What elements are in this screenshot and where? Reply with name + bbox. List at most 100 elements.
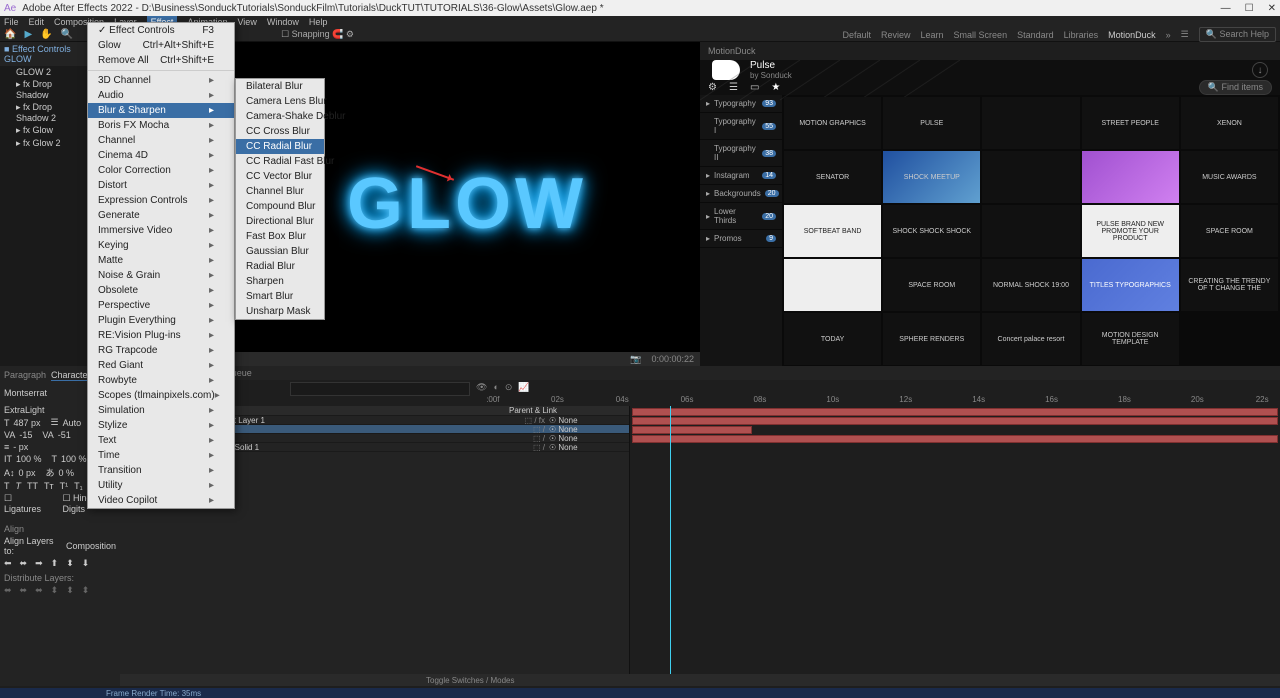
workspace-motionduck[interactable]: MotionDuck	[1108, 30, 1156, 40]
template-thumb[interactable]: SPACE ROOM	[883, 259, 980, 311]
mi-sharpen[interactable]: Sharpen	[236, 274, 324, 289]
shy-icon[interactable]: 👁	[476, 382, 487, 393]
mi-camera-shake[interactable]: Camera-Shake Deblur	[236, 109, 324, 124]
menu-window[interactable]: Window	[267, 17, 299, 27]
minimize-button[interactable]: —	[1221, 3, 1231, 14]
motion-blur-icon[interactable]: ⊙	[505, 382, 513, 393]
mi-matte[interactable]: Matte▸	[88, 253, 234, 268]
motionduck-tab[interactable]: MotionDuck	[700, 42, 1280, 60]
bold-button[interactable]: T	[4, 481, 10, 491]
stroke-input[interactable]: - px	[13, 442, 28, 452]
mi-cc-radial-fast[interactable]: CC Radial Fast Blur	[236, 154, 324, 169]
menu-edit[interactable]: Edit	[29, 17, 45, 27]
mi-channel[interactable]: Channel▸	[88, 133, 234, 148]
font-style-dropdown[interactable]: ExtraLight	[4, 405, 45, 415]
find-items-input[interactable]: 🔍 Find items	[1199, 80, 1272, 95]
menu-view[interactable]: View	[237, 17, 256, 27]
mi-rowbyte[interactable]: Rowbyte▸	[88, 373, 234, 388]
tracking-input[interactable]: -51	[58, 430, 71, 440]
subscript-button[interactable]: T₁	[74, 481, 83, 491]
mi-remove-all[interactable]: Remove AllCtrl+Shift+E	[88, 53, 234, 68]
superscript-button[interactable]: T¹	[60, 481, 69, 491]
zoom-tool-icon[interactable]: 🔍	[61, 29, 73, 40]
workspace-standard[interactable]: Standard	[1017, 30, 1054, 40]
mi-transition[interactable]: Transition▸	[88, 463, 234, 478]
mi-simulation[interactable]: Simulation▸	[88, 403, 234, 418]
mi-time[interactable]: Time▸	[88, 448, 234, 463]
mi-unsharp[interactable]: Unsharp Mask	[236, 304, 324, 319]
workspace-small[interactable]: Small Screen	[954, 30, 1008, 40]
smallcaps-button[interactable]: Tᴛ	[44, 481, 54, 491]
tree-item[interactable]: ▸ fx Glow	[0, 124, 89, 137]
frame-blend-icon[interactable]: ◐	[493, 382, 498, 393]
workspace-review[interactable]: Review	[881, 30, 911, 40]
mi-smart[interactable]: Smart Blur	[236, 289, 324, 304]
maximize-button[interactable]: ☐	[1245, 3, 1254, 14]
template-thumb[interactable]: Concert palace resort	[982, 313, 1079, 365]
mi-cc-radial[interactable]: CC Radial Blur	[236, 139, 324, 154]
toggle-switches-button[interactable]: Toggle Switches / Modes	[426, 676, 515, 685]
layer-search-input[interactable]	[290, 382, 470, 396]
tree-item[interactable]: ▸ fx Drop Shadow 2	[0, 101, 89, 124]
selection-tool-icon[interactable]: ▶	[24, 29, 32, 40]
template-thumb[interactable]: TODAY	[784, 313, 881, 365]
align-hcenter-icon[interactable]: ⬌	[20, 558, 28, 569]
mi-effect-controls[interactable]: ✓ Effect ControlsF3	[88, 23, 234, 38]
mi-cinema4d[interactable]: Cinema 4D▸	[88, 148, 234, 163]
layer-bar[interactable]	[632, 417, 1278, 425]
template-thumb[interactable]: SOFTBEAT BAND	[784, 205, 881, 257]
mi-revision[interactable]: RE:Vision Plug-ins▸	[88, 328, 234, 343]
paragraph-tab[interactable]: Paragraph	[4, 370, 46, 381]
mi-boris[interactable]: Boris FX Mocha▸	[88, 118, 234, 133]
template-thumb[interactable]: TITLES TYPOGRAPHICS	[1082, 259, 1179, 311]
cat-promos[interactable]: ▸ Promos9	[700, 230, 782, 248]
mi-cc-cross[interactable]: CC Cross Blur	[236, 124, 324, 139]
effect-controls-tab[interactable]: ■ Effect Controls GLOW	[0, 42, 89, 66]
template-thumb[interactable]: PULSE	[883, 97, 980, 149]
template-thumb[interactable]: SPACE ROOM	[1181, 205, 1278, 257]
tree-item[interactable]: ▸ fx Drop Shadow	[0, 78, 89, 101]
template-thumb[interactable]: PULSE BRAND NEW PROMOTE YOUR PRODUCT	[1082, 205, 1179, 257]
mi-channel-blur[interactable]: Channel Blur	[236, 184, 324, 199]
mi-keying[interactable]: Keying▸	[88, 238, 234, 253]
template-thumb[interactable]	[982, 97, 1079, 149]
template-thumb[interactable]: MOTION DESIGN TEMPLATE	[1082, 313, 1179, 365]
layer-bar[interactable]	[632, 426, 752, 434]
align-bottom-icon[interactable]: ⬇	[82, 558, 90, 569]
workspace-panel-icon[interactable]: ☰	[1181, 29, 1189, 40]
template-thumb[interactable]: SENATOR	[784, 151, 881, 203]
mi-immersive[interactable]: Immersive Video▸	[88, 223, 234, 238]
italic-button[interactable]: T	[16, 481, 22, 491]
baseline-input[interactable]: 0 px	[19, 468, 36, 478]
workspace-learn[interactable]: Learn	[921, 30, 944, 40]
template-thumb[interactable]: SHOCK MEETUP	[883, 151, 980, 203]
align-vcenter-icon[interactable]: ⬍	[66, 558, 74, 569]
template-thumb[interactable]: SPHERE RENDERS	[883, 313, 980, 365]
mi-cc-vector[interactable]: CC Vector Blur	[236, 169, 324, 184]
vscale-input[interactable]: 100 %	[16, 454, 42, 464]
template-thumb[interactable]: MUSIC AWARDS	[1181, 151, 1278, 203]
mi-gaussian[interactable]: Gaussian Blur	[236, 244, 324, 259]
home-icon[interactable]: 🏠	[4, 29, 16, 40]
mi-generate[interactable]: Generate▸	[88, 208, 234, 223]
mi-audio[interactable]: Audio▸	[88, 88, 234, 103]
layer-bar[interactable]	[632, 435, 1278, 443]
mi-bilateral[interactable]: Bilateral Blur	[236, 79, 324, 94]
mi-last-effect[interactable]: GlowCtrl+Alt+Shift+E	[88, 38, 234, 53]
template-thumb[interactable]: STREET PEOPLE	[1082, 97, 1179, 149]
template-thumb[interactable]: SHOCK SHOCK SHOCK	[883, 205, 980, 257]
mi-noise-grain[interactable]: Noise & Grain▸	[88, 268, 234, 283]
mi-text[interactable]: Text▸	[88, 433, 234, 448]
graph-icon[interactable]: 📈	[518, 382, 529, 393]
mi-fastbox[interactable]: Fast Box Blur	[236, 229, 324, 244]
hand-tool-icon[interactable]: ✋	[40, 29, 52, 40]
mi-stylize[interactable]: Stylize▸	[88, 418, 234, 433]
template-thumb[interactable]	[1082, 151, 1179, 203]
hscale-input[interactable]: 100 %	[61, 454, 87, 464]
download-icon[interactable]: ↓	[1252, 62, 1268, 78]
workspace-libraries[interactable]: Libraries	[1064, 30, 1099, 40]
mi-camera-lens[interactable]: Camera Lens Blur	[236, 94, 324, 109]
font-family-dropdown[interactable]: Montserrat	[4, 388, 47, 398]
mi-color-correction[interactable]: Color Correction▸	[88, 163, 234, 178]
workspace-chevron-icon[interactable]: »	[1166, 30, 1171, 40]
